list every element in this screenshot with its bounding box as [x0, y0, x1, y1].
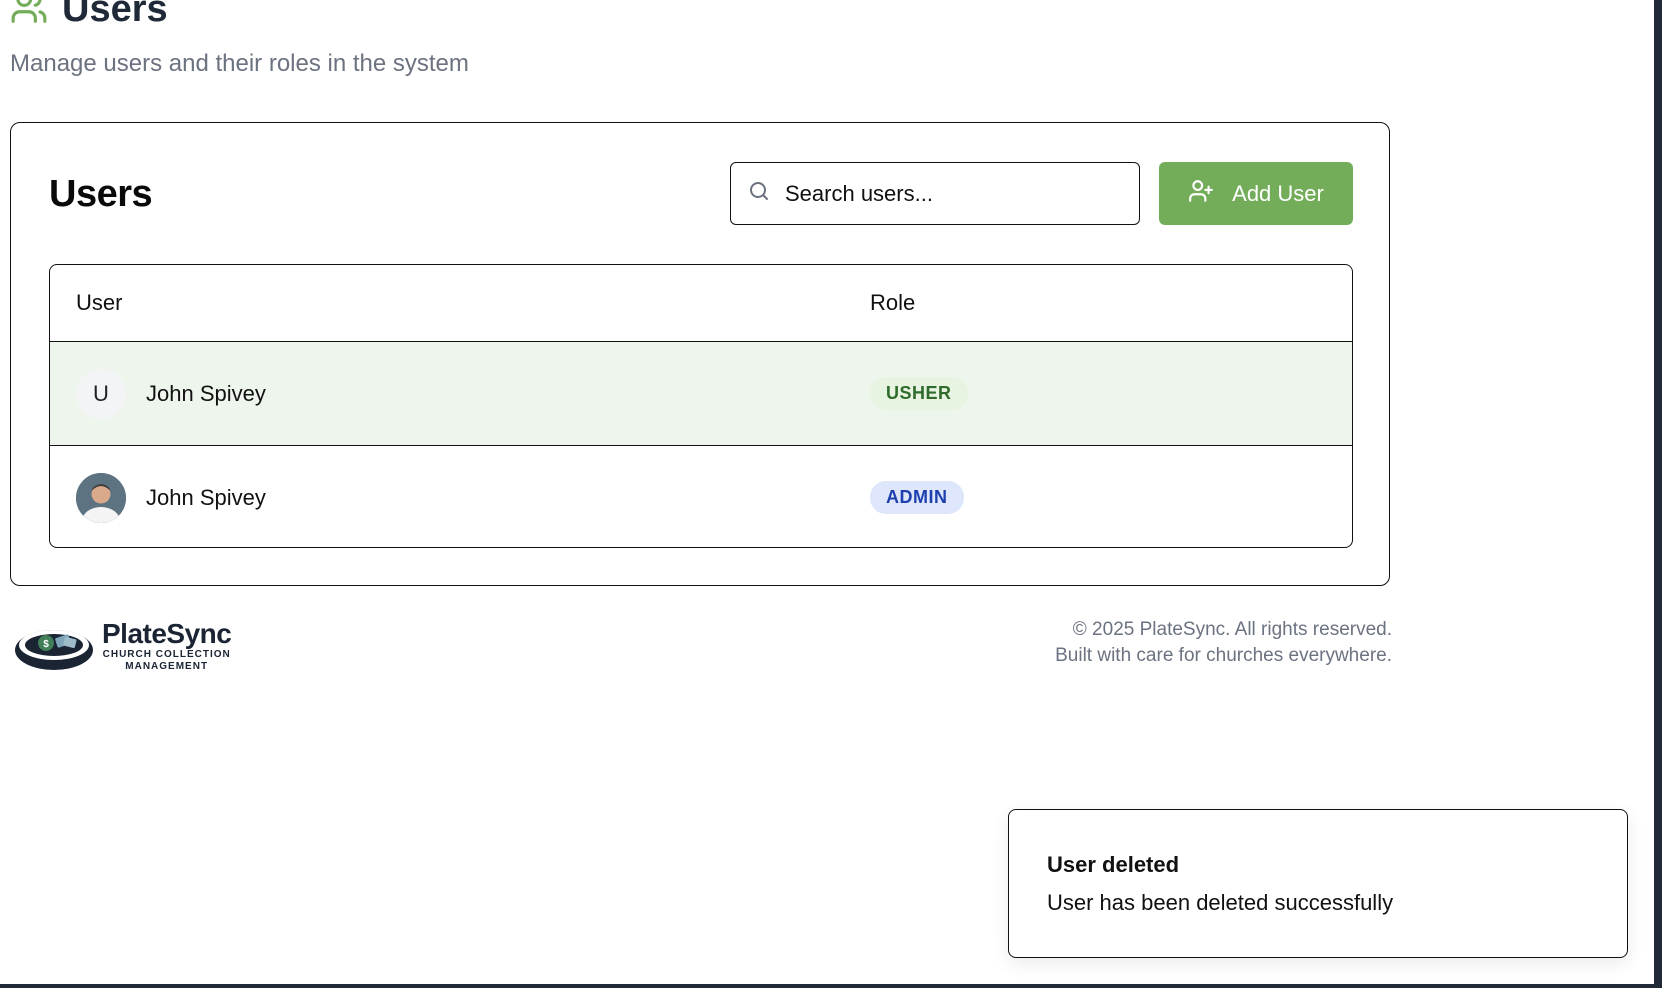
add-user-label: Add User	[1232, 180, 1324, 206]
toast-title: User deleted	[1047, 852, 1180, 877]
built-with-text: Built with care for churches everywhere.	[1055, 645, 1392, 666]
table-row[interactable]: U John Spivey USHER	[50, 342, 1352, 445]
collection-plate-icon: $	[12, 614, 96, 679]
copyright-text: © 2025 PlateSync. All rights reserved.	[1072, 619, 1392, 640]
avatar: U	[76, 368, 126, 419]
brand-tagline-2: MANAGEMENT	[125, 661, 209, 672]
search-box[interactable]	[730, 162, 1140, 225]
avatar	[76, 472, 126, 523]
table-header: User Role	[50, 265, 1352, 342]
toast-notification[interactable]: User deleted User has been deleted succe…	[1008, 809, 1628, 958]
brand-tagline-1: CHURCH COLLECTION	[102, 649, 231, 660]
page-header: Users	[10, 0, 168, 32]
platesync-logo: $ PlateSync CHURCH COLLECTION MANAGEMENT	[12, 610, 246, 682]
column-header-role: Role	[870, 290, 916, 315]
users-table: User Role U John Spivey USHER John Spive…	[49, 264, 1353, 548]
role-badge: USHER	[870, 377, 968, 410]
user-photo-icon	[76, 472, 126, 523]
page-subtitle: Manage users and their roles in the syst…	[10, 50, 469, 77]
toast-description: User has been deleted successfully	[1047, 890, 1394, 915]
brand-name: PlateSync	[102, 618, 232, 649]
add-user-button[interactable]: Add User	[1159, 162, 1353, 225]
window-edge	[0, 984, 1662, 988]
search-icon	[747, 179, 771, 208]
role-badge: ADMIN	[870, 481, 964, 514]
users-icon	[10, 0, 48, 31]
footer-text: © 2025 PlateSync. All rights reserved. B…	[1055, 617, 1392, 669]
table-row[interactable]: John Spivey ADMIN	[50, 445, 1352, 547]
user-plus-icon	[1188, 178, 1214, 210]
user-name: John Spivey	[146, 380, 266, 406]
user-name: John Spivey	[146, 484, 266, 510]
users-card: Users Add User User Role U John	[10, 122, 1390, 586]
window-edge	[1654, 0, 1662, 988]
column-header-user: User	[76, 290, 123, 315]
svg-text:$: $	[43, 639, 49, 650]
card-title: Users	[49, 173, 153, 215]
page-title: Users	[62, 0, 168, 30]
search-input[interactable]	[783, 179, 1107, 208]
